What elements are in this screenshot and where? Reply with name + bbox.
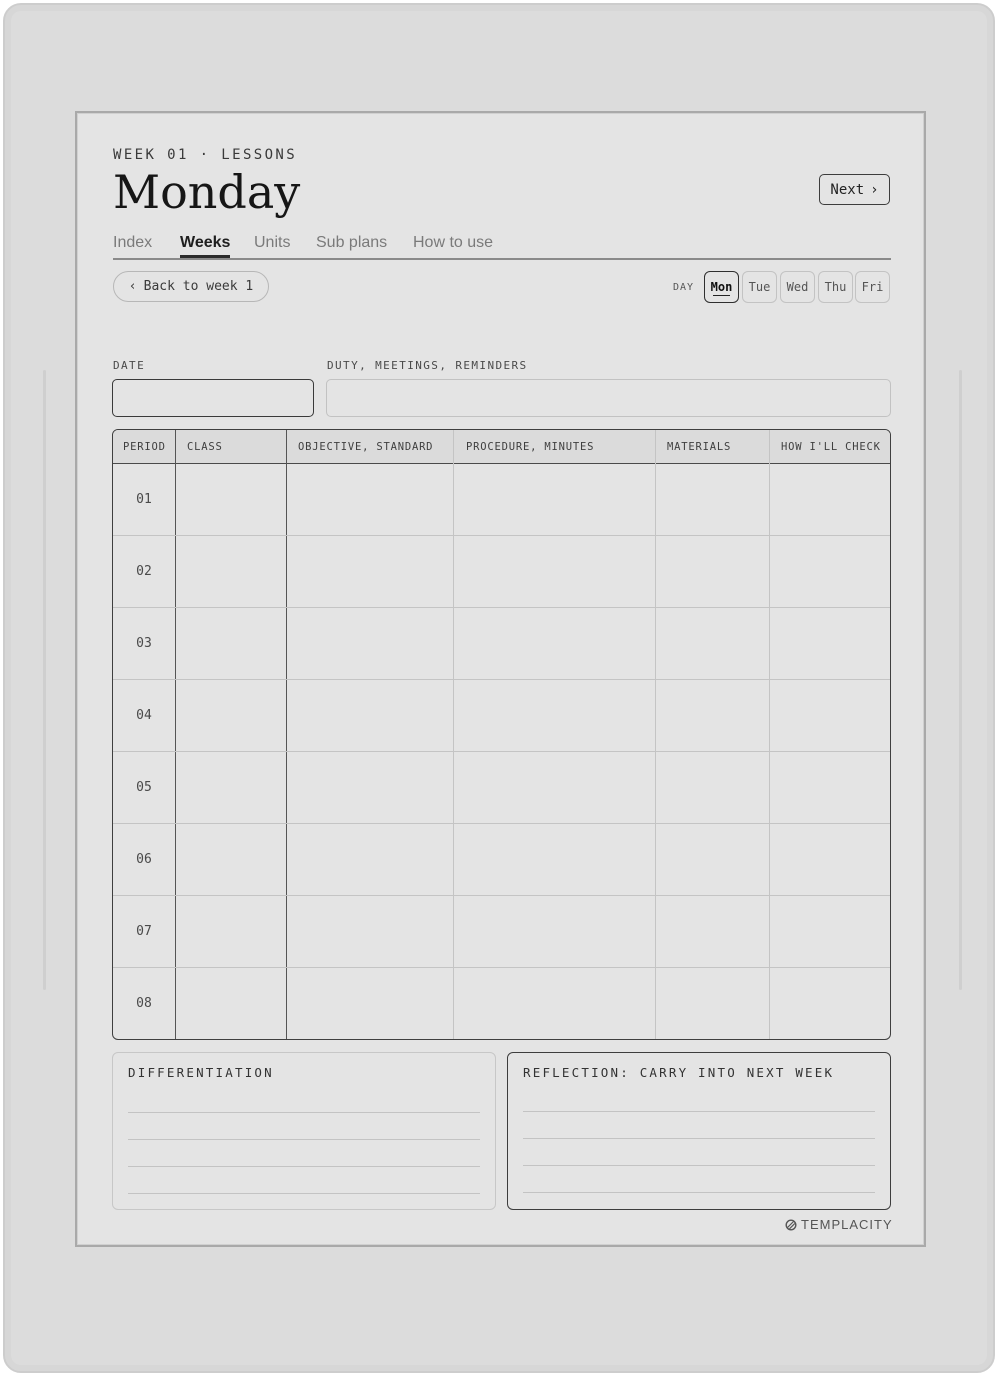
right-side-groove [959, 370, 962, 990]
day-tue-label: Tue [748, 280, 771, 294]
lesson-table: PERIOD CLASS OBJECTIVE, STANDARD PROCEDU… [112, 429, 891, 1040]
reflection-card[interactable]: REFLECTION: CARRY INTO NEXT WEEK [507, 1052, 891, 1210]
row-divider [113, 967, 890, 968]
tab-weeks[interactable]: Weeks [180, 234, 231, 258]
column-header-objective: OBJECTIVE, STANDARD [298, 441, 434, 453]
table-header: PERIOD CLASS OBJECTIVE, STANDARD PROCEDU… [113, 430, 890, 464]
row-divider [113, 535, 890, 536]
day-tue[interactable]: Tue [742, 271, 777, 303]
back-button-label: Back to week 1 [143, 279, 254, 294]
page-eyebrow: WEEK 01 · LESSONS [113, 147, 298, 163]
tab-bar: Index Weeks Units Sub plans How to use [113, 234, 891, 260]
column-header-materials: MATERIALS [667, 441, 732, 453]
day-thu-label: Thu [824, 280, 847, 294]
writing-line [523, 1192, 875, 1193]
brand-name: TEMPLACITY [801, 1217, 893, 1232]
column-header-procedure: PROCEDURE, MINUTES [466, 441, 595, 453]
day-thu[interactable]: Thu [818, 271, 853, 303]
reflection-title: REFLECTION: CARRY INTO NEXT WEEK [523, 1065, 835, 1080]
templacity-logo-icon [785, 1218, 797, 1231]
back-to-week-button[interactable]: ‹ Back to week 1 [113, 271, 269, 302]
duty-field[interactable] [326, 379, 891, 417]
tab-units[interactable]: Units [254, 234, 290, 252]
tab-how-to-use[interactable]: How to use [413, 234, 493, 252]
writing-line [128, 1139, 480, 1140]
period-number: 04 [136, 708, 152, 723]
left-side-groove [43, 370, 46, 990]
writing-line [523, 1165, 875, 1166]
day-wed[interactable]: Wed [780, 271, 815, 303]
selected-day-underline [713, 294, 730, 296]
differentiation-card[interactable]: DIFFERENTIATION [112, 1052, 496, 1210]
date-field[interactable] [112, 379, 314, 417]
planner-page: WEEK 01 · LESSONS Monday Next › Index We… [75, 111, 926, 1247]
page-title: Monday [113, 165, 301, 219]
period-number: 03 [136, 636, 152, 651]
brand-mark: TEMPLACITY [785, 1217, 893, 1232]
day-fri-label: Fri [861, 280, 884, 294]
column-divider [286, 430, 288, 1039]
period-number: 05 [136, 780, 152, 795]
column-header-check: HOW I'LL CHECK [781, 441, 881, 453]
day-wed-label: Wed [786, 280, 809, 294]
writing-line [128, 1112, 480, 1113]
day-mon[interactable]: Mon [704, 271, 739, 303]
duty-label: DUTY, MEETINGS, REMINDERS [327, 359, 528, 372]
chevron-right-icon: › [870, 181, 879, 198]
row-divider [113, 751, 890, 752]
day-mon-label: Mon [710, 280, 733, 294]
column-divider [453, 430, 454, 1039]
column-divider [655, 430, 656, 1039]
next-button-label: Next [830, 181, 865, 198]
writing-line [128, 1193, 480, 1194]
day-selector-label: DAY [673, 282, 695, 293]
row-divider [113, 607, 890, 608]
column-header-class: CLASS [187, 441, 223, 453]
tab-sub-plans[interactable]: Sub plans [316, 234, 387, 252]
row-divider [113, 895, 890, 896]
next-button[interactable]: Next › [819, 174, 890, 205]
column-divider [769, 430, 770, 1039]
period-number: 02 [136, 564, 152, 579]
period-number: 07 [136, 924, 152, 939]
writing-line [523, 1111, 875, 1112]
date-label: DATE [113, 359, 146, 372]
period-number: 01 [136, 492, 152, 507]
period-number: 06 [136, 852, 152, 867]
writing-line [128, 1166, 480, 1167]
chevron-left-icon: ‹ [128, 279, 137, 294]
period-number: 08 [136, 996, 152, 1011]
differentiation-title: DIFFERENTIATION [128, 1065, 274, 1080]
writing-line [523, 1138, 875, 1139]
column-header-period: PERIOD [123, 441, 166, 453]
column-divider [175, 430, 177, 1039]
tab-index[interactable]: Index [113, 234, 152, 252]
day-fri[interactable]: Fri [855, 271, 890, 303]
row-divider [113, 823, 890, 824]
row-divider [113, 679, 890, 680]
